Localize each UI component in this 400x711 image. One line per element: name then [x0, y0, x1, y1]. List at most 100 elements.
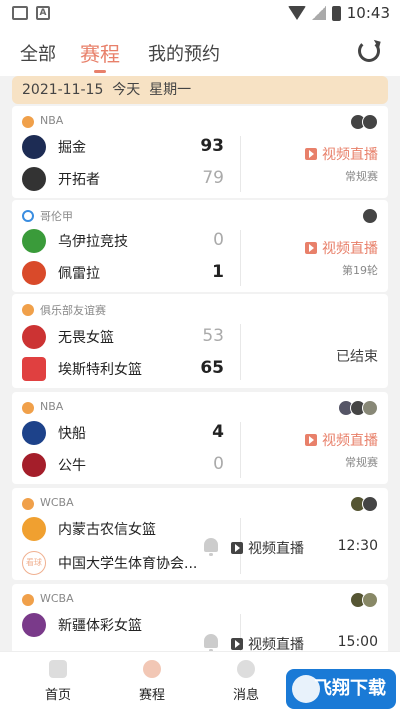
basketball-icon [22, 402, 34, 414]
team-name: 快船 [58, 426, 86, 442]
away-team: 埃斯特利女篮 [22, 356, 142, 382]
a-notification-icon: A [36, 6, 50, 20]
team-logo [22, 325, 46, 349]
nav-home[interactable]: 首页 [28, 660, 88, 703]
league-name: WCBA [40, 592, 74, 605]
basketball-icon [22, 498, 34, 510]
play-icon [305, 148, 317, 160]
team-logo: 看球 [22, 551, 46, 575]
match-time: 12:30 [337, 538, 378, 554]
tab-schedule[interactable]: 赛程 [80, 38, 120, 67]
football-icon [22, 210, 34, 222]
home-score: 53 [202, 326, 224, 346]
away-team: 佩雷拉 [22, 260, 100, 286]
away-team: 公牛 [22, 452, 86, 478]
match-card[interactable]: WCBA 内蒙古农信女篮 看球 中国大学生体育协会... 视频直播 12:30 [12, 488, 388, 580]
team-name: 内蒙古农信女篮 [58, 522, 156, 538]
match-time: 15:00 [337, 634, 378, 650]
match-card[interactable]: WCBA 新疆体彩女篮 视频直播 15:00 [12, 584, 388, 654]
away-score: 0 [213, 454, 224, 474]
tab-my-bookings[interactable]: 我的预约 [148, 40, 220, 66]
status-bar: A 10:43 [0, 0, 400, 28]
message-icon [237, 660, 255, 678]
match-stage: 第19轮 [342, 264, 378, 277]
team-name: 佩雷拉 [58, 266, 100, 282]
bottom-nav: 首页 赛程 消息 飞翔下载 [0, 651, 400, 711]
away-team: 开拓者 [22, 166, 100, 192]
avatars [350, 496, 378, 512]
team-name: 公牛 [58, 458, 86, 474]
avatars [350, 114, 378, 130]
league-name: NBA [40, 400, 64, 413]
play-icon [305, 242, 317, 254]
team-logo [22, 517, 46, 541]
battery-icon [331, 5, 341, 21]
video-live-button[interactable]: 视频直播 [305, 144, 378, 164]
team-name: 开拓者 [58, 172, 100, 188]
team-name: 新疆体彩女篮 [58, 618, 142, 634]
match-card[interactable]: 哥伦甲 乌伊拉竞技 0 佩雷拉 1 视频直播 第19轮 [12, 200, 388, 292]
wifi-icon [287, 6, 306, 20]
home-team: 无畏女篮 [22, 324, 114, 350]
league-name: 哥伦甲 [40, 210, 73, 223]
play-icon [231, 638, 243, 650]
match-card[interactable]: NBA 掘金 93 开拓者 79 视频直播 常规赛 [12, 106, 388, 198]
away-score: 65 [200, 358, 224, 378]
away-score: 1 [212, 262, 224, 282]
team-name: 中国大学生体育协会... [58, 556, 198, 572]
video-live-button[interactable]: 视频直播 [305, 430, 378, 450]
nav-messages[interactable]: 消息 [216, 660, 276, 703]
basketball-icon [22, 594, 34, 606]
nav-schedule[interactable]: 赛程 [122, 660, 182, 703]
avatars [362, 208, 378, 224]
play-icon [305, 434, 317, 446]
bell-icon[interactable] [204, 538, 218, 556]
team-logo [22, 357, 46, 381]
basketball-icon [22, 116, 34, 128]
away-score: 79 [202, 168, 224, 188]
basketball-icon [22, 304, 34, 316]
video-live-button[interactable]: 视频直播 [305, 238, 378, 258]
league-name: WCBA [40, 496, 74, 509]
team-name: 乌伊拉竞技 [58, 234, 128, 250]
team-logo [22, 613, 46, 637]
home-icon [49, 660, 67, 678]
match-card[interactable]: 俱乐部友谊赛 无畏女篮 53 埃斯特利女篮 65 已结束 [12, 294, 388, 388]
match-stage: 常规赛 [345, 170, 378, 183]
home-team: 内蒙古农信女篮 [22, 516, 156, 542]
team-logo [22, 229, 46, 253]
home-team: 快船 [22, 420, 86, 446]
home-score: 4 [212, 422, 224, 442]
team-name: 埃斯特利女篮 [58, 362, 142, 378]
trophy-icon [143, 660, 161, 678]
bell-icon[interactable] [204, 634, 218, 652]
date-header: 2021-11-15 今天 星期一 [12, 76, 388, 104]
away-team: 看球 中国大学生体育协会... [22, 550, 197, 576]
home-team: 新疆体彩女篮 [22, 612, 142, 638]
refresh-icon[interactable] [358, 40, 380, 62]
team-name: 无畏女篮 [58, 330, 114, 346]
home-team: 掘金 [22, 134, 86, 160]
team-logo [22, 167, 46, 191]
avatars [350, 592, 378, 608]
play-icon [231, 542, 243, 554]
match-status: 已结束 [336, 349, 378, 365]
team-name: 掘金 [58, 140, 86, 156]
tab-indicator [94, 70, 106, 73]
tab-all[interactable]: 全部 [20, 40, 56, 66]
match-card[interactable]: NBA 快船 4 公牛 0 视频直播 常规赛 [12, 392, 388, 484]
top-nav: 全部 赛程 我的预约 [0, 28, 400, 76]
signal-icon [311, 6, 326, 20]
team-logo [22, 261, 46, 285]
team-logo [22, 421, 46, 445]
video-live-button[interactable]: 视频直播 [231, 538, 304, 558]
home-team: 乌伊拉竞技 [22, 228, 128, 254]
status-time: 10:43 [346, 4, 390, 22]
gallery-notification-icon [12, 6, 28, 20]
home-score: 0 [213, 230, 224, 250]
team-logo [22, 453, 46, 477]
match-stage: 常规赛 [345, 456, 378, 469]
league-name: NBA [40, 114, 64, 127]
avatars [338, 400, 378, 416]
home-score: 93 [200, 136, 224, 156]
